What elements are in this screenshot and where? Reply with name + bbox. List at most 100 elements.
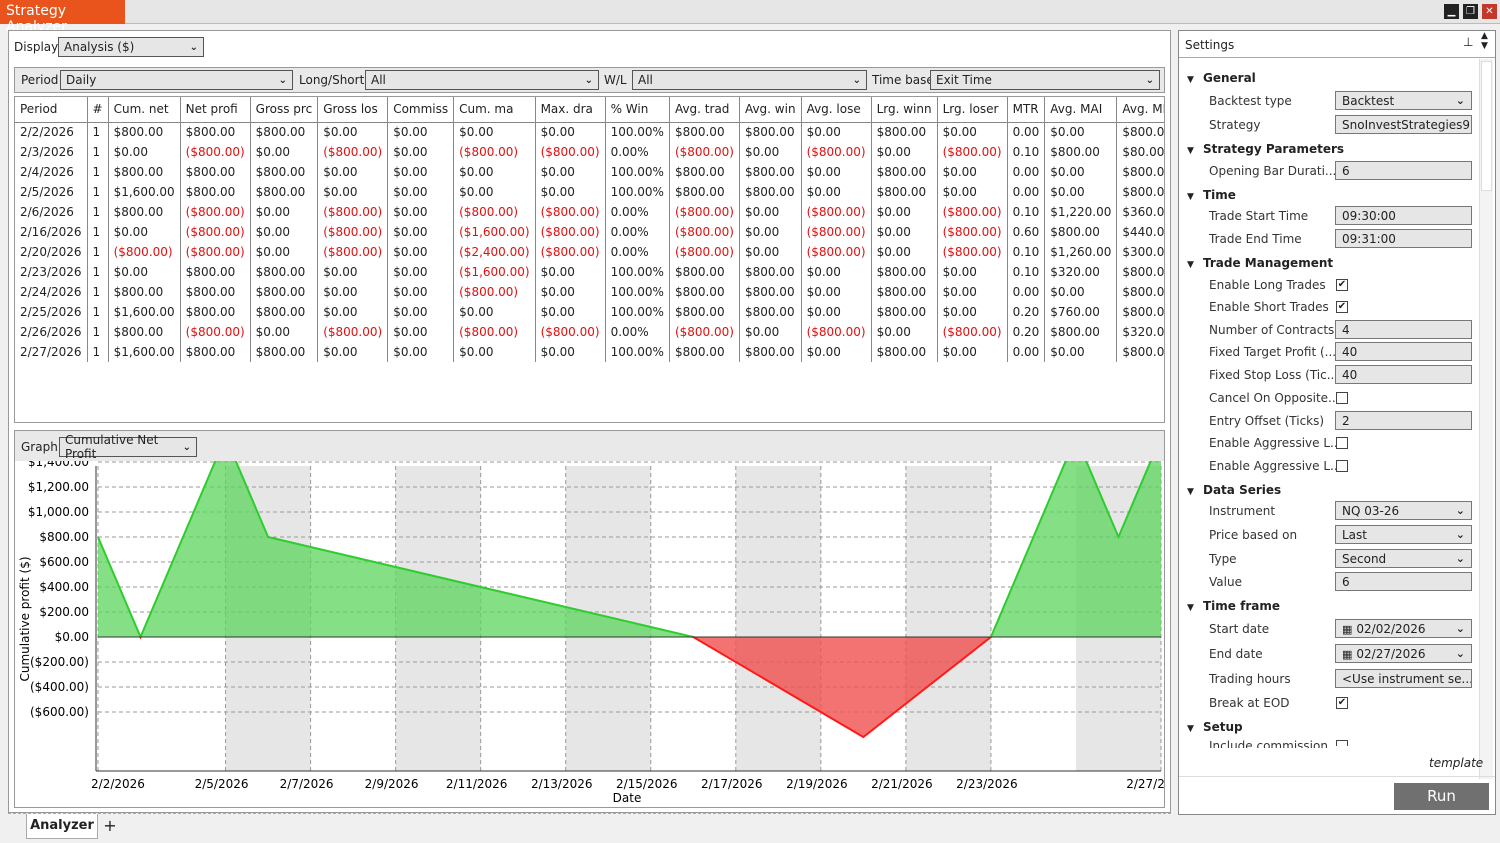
eod-checkbox[interactable]: ✔ xyxy=(1336,697,1348,709)
long-checkbox[interactable]: ✔ xyxy=(1336,279,1348,291)
cancel-checkbox[interactable] xyxy=(1336,392,1348,404)
longshort-dropdown[interactable]: All ⌄ xyxy=(365,70,599,90)
strategy-dropdown[interactable]: SnoInvestStrategies9:⌄ xyxy=(1335,115,1472,134)
pin-icon[interactable]: ⊥ xyxy=(1463,35,1473,49)
table-cell: 100.00% xyxy=(605,262,670,282)
add-tab-button[interactable]: + xyxy=(100,816,120,836)
hours-dropdown[interactable]: <Use instrument se...⌄ xyxy=(1335,669,1472,688)
table-row[interactable]: 2/3/2026 1 $0.00 ($800.00) $0.00 ($800.00) $0.… xyxy=(15,142,1164,162)
contracts-input[interactable]: 4 xyxy=(1335,320,1472,339)
stop-label: Fixed Stop Loss (Tic... xyxy=(1209,368,1339,382)
table-cell: $800.00 xyxy=(1116,262,1164,282)
section-setup[interactable]: ▼ Setup xyxy=(1187,720,1243,734)
graph-type-dropdown[interactable]: Cumulative Net Profit ⌄ xyxy=(59,433,197,461)
collapse-triangle-icon[interactable]: ▼ xyxy=(1187,603,1203,613)
section-general[interactable]: ▼ General xyxy=(1187,71,1256,85)
column-header[interactable]: Avg. win xyxy=(739,97,802,123)
section-time[interactable]: ▼ Time xyxy=(1187,188,1236,202)
collapse-triangle-icon[interactable]: ▼ xyxy=(1187,487,1203,497)
collapse-triangle-icon[interactable]: ▼ xyxy=(1187,192,1203,202)
column-header[interactable]: Gross prc xyxy=(250,97,319,123)
column-header[interactable]: MTR xyxy=(1007,97,1046,123)
column-header[interactable]: Lrg. winn xyxy=(871,97,938,123)
aggr2-checkbox[interactable] xyxy=(1336,460,1348,472)
table-row[interactable]: 2/26/2026 1 $800.00 ($800.00) $0.00 ($800.00)… xyxy=(15,322,1164,342)
price-dropdown[interactable]: Last ⌄ xyxy=(1335,525,1472,544)
settings-scrollbar[interactable] xyxy=(1479,59,1493,779)
table-row[interactable]: 2/4/2026 1 $800.00 $800.00 $800.00 $0.00 $0.00… xyxy=(15,162,1164,182)
end_date-dropdown[interactable]: ▦ 02/27/2026 ⌄ xyxy=(1335,644,1472,663)
backtest_type-dropdown[interactable]: Backtest ⌄ xyxy=(1335,91,1472,110)
period-dropdown[interactable]: Daily ⌄ xyxy=(60,70,293,90)
section-data_series[interactable]: ▼ Data Series xyxy=(1187,483,1281,497)
column-header[interactable]: Max. dra xyxy=(535,97,606,123)
table-cell: $0.00 xyxy=(535,262,606,282)
end_time-input[interactable]: 09:31:00 xyxy=(1335,229,1472,248)
restore-icon[interactable]: ❐ xyxy=(1463,4,1478,19)
opening_bar-input[interactable]: 6 xyxy=(1335,161,1472,180)
table-row[interactable]: 2/16/2026 1 $0.00 ($800.00) $0.00 ($800.00) $0… xyxy=(15,222,1164,242)
section-strategy_params[interactable]: ▼ Strategy Parameters xyxy=(1187,142,1344,156)
collapse-triangle-icon[interactable]: ▼ xyxy=(1187,146,1203,156)
target-label: Fixed Target Profit (... xyxy=(1209,345,1337,359)
table-cell: 1 xyxy=(87,182,109,202)
commission-checkbox[interactable] xyxy=(1336,740,1348,746)
chevron-down-icon: ⌄ xyxy=(189,41,198,53)
column-header[interactable]: Lrg. loser xyxy=(937,97,1008,123)
template-link[interactable]: template xyxy=(1429,756,1483,770)
wl-dropdown[interactable]: All ⌄ xyxy=(632,70,867,90)
collapse-triangle-icon[interactable]: ▼ xyxy=(1187,75,1203,85)
table-row[interactable]: 2/2/2026 1 $800.00 $800.00 $800.00 $0.00 $0.00… xyxy=(15,122,1164,142)
column-header[interactable]: Avg. MAI xyxy=(1044,97,1118,123)
column-header[interactable]: Commiss xyxy=(387,97,455,123)
tab-analyzer[interactable]: Analyzer xyxy=(26,814,98,839)
app-title-tab[interactable]: Strategy Analyzer xyxy=(0,0,125,35)
collapse-triangle-icon[interactable]: ▼ xyxy=(1187,724,1203,734)
table-cell: ($800.00) xyxy=(535,222,606,242)
table-row[interactable]: 2/6/2026 1 $800.00 ($800.00) $0.00 ($800.00) $… xyxy=(15,202,1164,222)
type-dropdown[interactable]: Second ⌄ xyxy=(1335,549,1472,568)
close-icon[interactable]: ✕ xyxy=(1482,4,1497,19)
offset-input[interactable]: 2 xyxy=(1335,411,1472,430)
run-button[interactable]: Run xyxy=(1394,783,1489,810)
table-cell: $800.00 xyxy=(180,162,251,182)
display-dropdown[interactable]: Analysis ($) ⌄ xyxy=(58,37,204,57)
table-row[interactable]: 2/20/2026 1 ($800.00) ($800.00) $0.00 ($800.0… xyxy=(15,242,1164,262)
column-header[interactable]: Avg. MFE xyxy=(1116,97,1164,123)
scrollbar-thumb[interactable] xyxy=(1481,61,1492,191)
table-cell: $800.00 xyxy=(1116,162,1164,182)
graph-panel: Graph Cumulative Net Profit ⌄ $1,400.00 $1… xyxy=(14,430,1165,808)
table-row[interactable]: 2/27/2026 1 $1,600.00 $800.00 $800.00 $0.00 $0… xyxy=(15,342,1164,362)
column-header[interactable]: Cum. ma xyxy=(453,97,536,123)
column-header[interactable]: Net profi xyxy=(180,97,251,123)
scroll-arrows-icon[interactable]: ▲ ▼ xyxy=(1481,31,1488,51)
column-header[interactable]: Gross los xyxy=(317,97,389,123)
instrument-dropdown[interactable]: NQ 03-26 ⌄ xyxy=(1335,501,1472,520)
aggr1-checkbox[interactable] xyxy=(1336,437,1348,449)
table-cell: ($800.00) xyxy=(535,242,606,262)
column-header[interactable]: Avg. lose xyxy=(801,97,872,123)
table-cell: $0.00 xyxy=(453,122,536,142)
short-checkbox[interactable]: ✔ xyxy=(1336,301,1348,313)
section-trade_mgmt[interactable]: ▼ Trade Management xyxy=(1187,256,1333,270)
stop-input[interactable]: 40 xyxy=(1335,365,1472,384)
section-time_frame[interactable]: ▼ Time frame xyxy=(1187,599,1280,613)
column-header[interactable]: # xyxy=(87,97,109,123)
collapse-triangle-icon[interactable]: ▼ xyxy=(1187,260,1203,270)
column-header[interactable]: Avg. trad xyxy=(669,97,740,123)
start_time-input[interactable]: 09:30:00 xyxy=(1335,206,1472,225)
table-row[interactable]: 2/23/2026 1 $0.00 $800.00 $800.00 $0.00 $0.00(… xyxy=(15,262,1164,282)
minimize-icon[interactable]: ▁ xyxy=(1444,4,1459,19)
table-cell: 100.00% xyxy=(605,162,670,182)
target-input[interactable]: 40 xyxy=(1335,342,1472,361)
column-header[interactable]: Period xyxy=(15,97,88,123)
timebase-dropdown[interactable]: Exit Time ⌄ xyxy=(930,70,1160,90)
table-row[interactable]: 2/5/2026 1 $1,600.00 $800.00 $800.00 $0.00 $0.… xyxy=(15,182,1164,202)
table-row[interactable]: 2/25/2026 1 $1,600.00 $800.00 $800.00 $0.00 $0… xyxy=(15,302,1164,322)
value-input[interactable]: 6 xyxy=(1335,572,1472,591)
start_date-dropdown[interactable]: ▦ 02/02/2026 ⌄ xyxy=(1335,619,1472,638)
table-cell: $80.00 xyxy=(1116,142,1164,162)
table-row[interactable]: 2/24/2026 1 $800.00 $800.00 $800.00 $0.00 $0.0… xyxy=(15,282,1164,302)
column-header[interactable]: Cum. net xyxy=(108,97,181,123)
column-header[interactable]: % Win xyxy=(605,97,670,123)
